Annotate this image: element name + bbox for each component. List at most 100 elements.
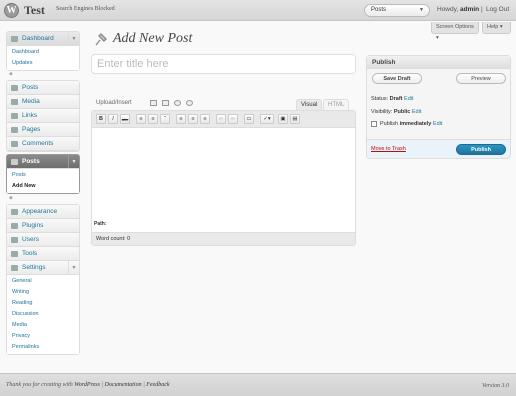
menu-separator: ◆ [9,195,13,201]
sidebar-item-label: Posts [22,158,40,165]
pages-icon [11,127,18,133]
edit-publish-time-link[interactable]: Edit [433,121,442,127]
visibility-value: Public [393,109,411,115]
chevron-down-icon[interactable]: ▼ [68,155,79,168]
spellcheck-button[interactable]: ✓▾ [260,114,274,124]
tab-visual[interactable]: Visual [296,99,323,110]
user-link[interactable]: admin [460,6,479,13]
more-tag-button[interactable]: ▭ [244,114,254,124]
editor-path-bar: Path: [92,221,355,231]
path-label: Path: [94,221,107,227]
sidebar-item-label: Media [22,98,40,105]
sidebar-item-pages[interactable]: Pages [7,123,79,137]
blockquote-button[interactable]: “ [160,114,170,124]
users-icon [11,237,18,243]
submenu-item-permalinks[interactable]: Permalinks [7,342,79,353]
chevron-down-icon[interactable]: ▼ [68,261,79,274]
wordpress-logo-icon: W [4,3,19,18]
add-image-icon[interactable] [150,100,157,106]
submenu-item-add-new[interactable]: Add New [7,181,79,192]
help-tab[interactable]: Help ▾ [482,22,511,34]
screen-options-tab[interactable]: Screen Options ▾ [431,22,479,41]
publish-actions: Move to Trash Publish [367,139,510,158]
sidebar-content-menu: Posts Media Links Pages Comments [6,80,80,152]
save-draft-button[interactable]: Save Draft [372,73,422,84]
upload-insert-label: Upload/Insert [96,100,132,106]
documentation-link[interactable]: Documentation [105,382,142,388]
bullet-list-button[interactable]: ≡ [136,114,146,124]
add-media-icon[interactable] [186,100,193,106]
fullscreen-button[interactable]: ▣ [278,114,288,124]
sidebar-item-posts-active[interactable]: Posts ▼ [7,155,79,169]
submenu-item-discussion[interactable]: Discussion [7,309,79,320]
strikethrough-button[interactable]: abc [120,114,130,124]
submenu-item-general[interactable]: General [7,276,79,287]
unlink-button[interactable]: ∞ [228,114,238,124]
edit-visibility-link[interactable]: Edit [412,109,421,115]
sidebar-item-label: Posts [22,84,39,91]
link-button[interactable]: ∞ [216,114,226,124]
submenu-item-media[interactable]: Media [7,320,79,331]
move-to-trash-link[interactable]: Move to Trash [371,146,406,152]
status-value: Draft [389,96,403,102]
chevron-down-icon: ▼ [419,7,424,13]
site-visibility-notice[interactable]: Search Engines Blocked [56,6,115,12]
posts-submenu: Posts Add New [7,169,79,193]
publish-box-heading[interactable]: Publish [367,56,510,69]
align-center-button[interactable]: ≡ [188,114,198,124]
submenu-item-updates[interactable]: Updates [7,58,79,69]
sidebar-item-plugins[interactable]: Plugins [7,219,79,233]
sidebar-item-users[interactable]: Users [7,233,79,247]
add-video-icon[interactable] [162,100,169,106]
version-label: Version 3.0 [482,383,509,389]
sidebar-item-tools[interactable]: Tools [7,247,79,261]
post-editor: B I abc ≡ ≡ “ ≡ ≡ ≡ ∞ ∞ ▭ ✓▾ ▣ ▤ Path: W… [91,110,356,246]
submenu-item-writing[interactable]: Writing [7,287,79,298]
post-title-input[interactable] [91,54,356,74]
footer-thanks: Thank you for creating with [6,382,73,388]
sidebar-item-media[interactable]: Media [7,95,79,109]
sidebar-item-label: Links [22,112,38,119]
sidebar-item-label: Tools [22,250,38,257]
align-left-button[interactable]: ≡ [176,114,186,124]
align-right-button[interactable]: ≡ [200,114,210,124]
submenu-item-privacy[interactable]: Privacy [7,331,79,342]
sidebar-item-links[interactable]: Links [7,109,79,123]
preview-button[interactable]: Preview [456,73,506,84]
kitchen-sink-button[interactable]: ▤ [290,114,300,124]
publish-box: Publish Save Draft Preview Status: Draft… [366,55,511,159]
sidebar-item-comments[interactable]: Comments [7,137,79,151]
sidebar-item-label: Users [22,236,39,243]
visibility-label: Visibility: [371,109,393,115]
bold-button[interactable]: B [96,114,106,124]
feedback-link[interactable]: Feedback [146,382,169,388]
numbered-list-button[interactable]: ≡ [148,114,158,124]
edit-status-link[interactable]: Edit [404,96,413,102]
submenu-item-posts[interactable]: Posts [7,170,79,181]
sidebar-item-dashboard[interactable]: Dashboard ▼ [7,32,79,46]
submenu-item-dashboard[interactable]: Dashboard [7,47,79,58]
sidebar-item-posts[interactable]: Posts [7,81,79,95]
editor-content-area[interactable] [92,128,355,217]
sidebar-dashboard-menu: Dashboard ▼ Dashboard Updates [6,31,80,71]
status-row: Status: Draft Edit [371,96,414,102]
wordpress-link[interactable]: WordPress [74,382,100,388]
site-name[interactable]: Test [24,3,45,18]
logout-link[interactable]: Log Out [486,6,509,13]
sidebar-item-appearance[interactable]: Appearance [7,205,79,219]
page-title: Add New Post [113,31,193,46]
chevron-down-icon[interactable]: ▼ [68,32,79,45]
sidebar-item-settings[interactable]: Settings ▼ [7,261,79,275]
italic-button[interactable]: I [108,114,118,124]
tab-html[interactable]: HTML [323,99,350,110]
plugins-icon [11,223,18,229]
publish-time-label: Publish [380,121,399,127]
sidebar-posts-menu: Posts ▼ Posts Add New [6,154,80,194]
submenu-item-reading[interactable]: Reading [7,298,79,309]
publish-button[interactable]: Publish [456,144,506,155]
sidebar-item-label: Plugins [22,222,44,229]
dashboard-submenu: Dashboard Updates [7,46,79,70]
add-audio-icon[interactable] [174,100,181,106]
favorite-actions-select[interactable]: Posts ▼ [364,4,430,17]
publish-time-row: Publish immediately Edit [380,121,442,127]
